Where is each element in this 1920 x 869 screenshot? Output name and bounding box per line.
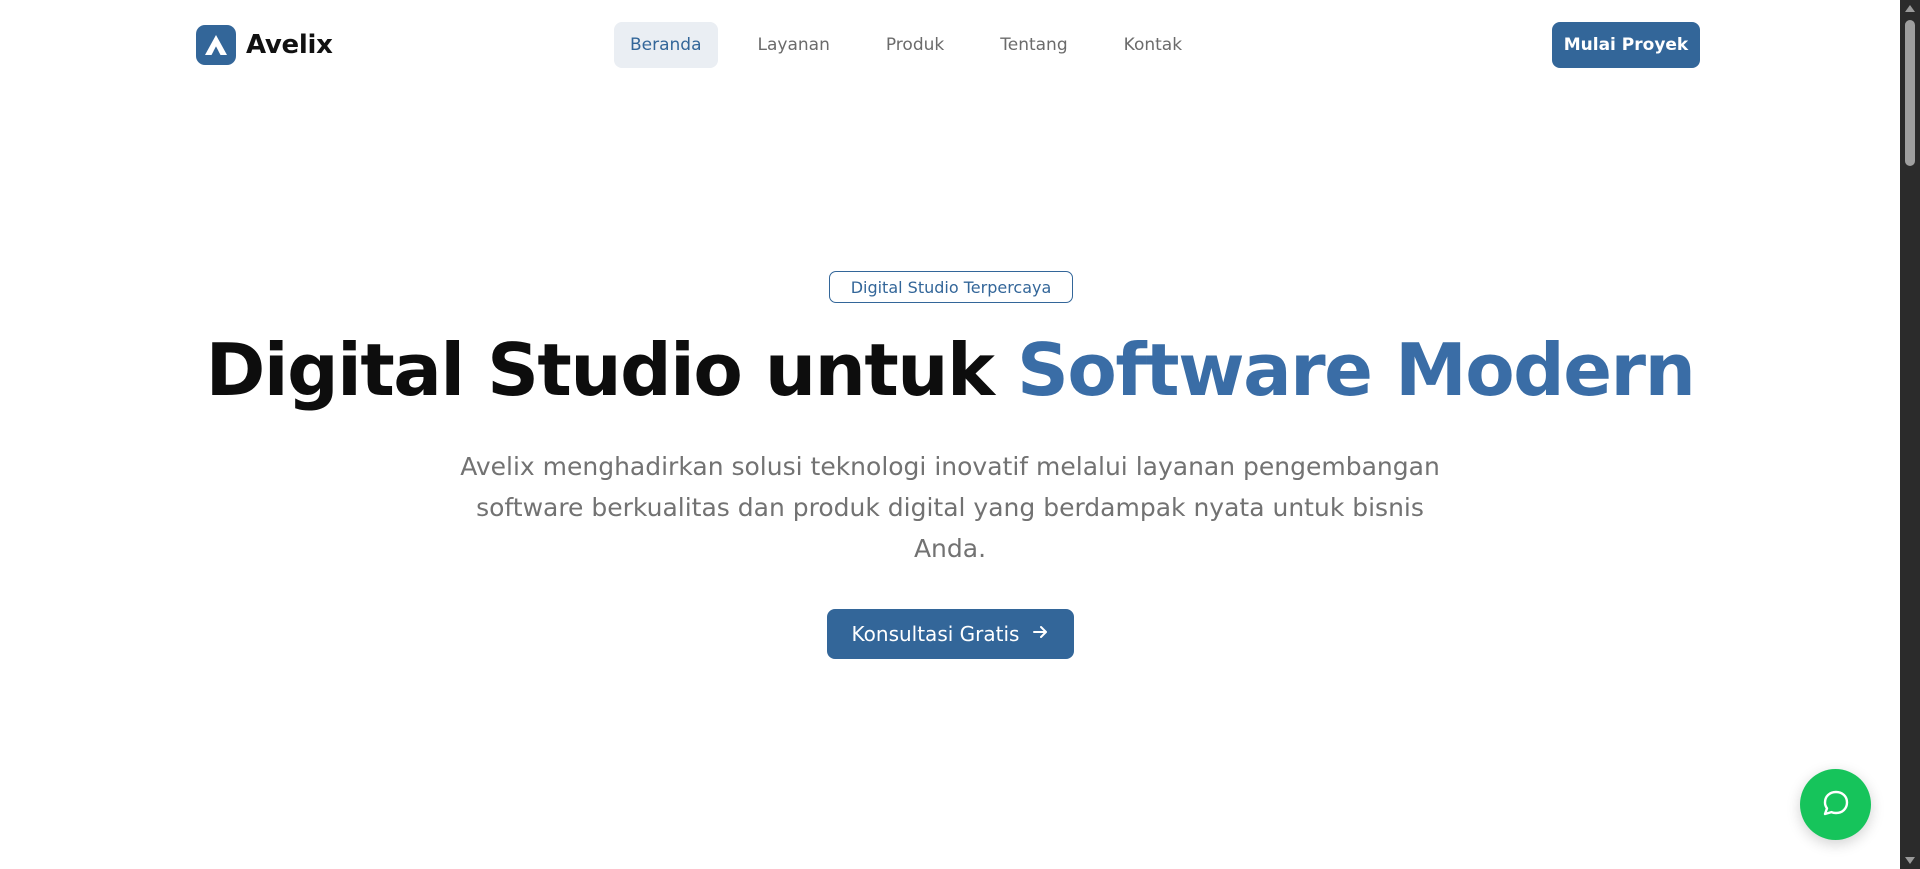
nav-item-layanan[interactable]: Layanan [742, 22, 846, 68]
free-consultation-button[interactable]: Konsultasi Gratis [827, 609, 1074, 659]
arrow-right-icon [1031, 622, 1049, 646]
hero-badge: Digital Studio Terpercaya [829, 271, 1073, 303]
hero-description: Avelix menghadirkan solusi teknologi ino… [460, 452, 1440, 563]
scroll-thumb[interactable] [1905, 20, 1915, 166]
landing-page: Avelix Beranda Layanan Produk Tentang Ko… [0, 0, 1920, 869]
avelix-a-logo-icon [196, 25, 236, 65]
chat-bubble-icon [1820, 787, 1852, 823]
brand-logo[interactable]: Avelix [196, 25, 333, 65]
nav-item-produk[interactable]: Produk [870, 22, 960, 68]
page-scrollbar[interactable] [1900, 0, 1920, 869]
hero-title-accent: Software Modern [1017, 328, 1696, 412]
site-header: Avelix Beranda Layanan Produk Tentang Ko… [0, 0, 1900, 90]
brand-name: Avelix [246, 30, 333, 60]
chat-button[interactable] [1800, 769, 1871, 840]
hero-title: Digital Studio untuk Software Modern [0, 322, 1900, 418]
nav-item-beranda[interactable]: Beranda [614, 22, 718, 68]
main-nav: Beranda Layanan Produk Tentang Kontak [614, 22, 1198, 68]
nav-item-kontak[interactable]: Kontak [1108, 22, 1198, 68]
hero-title-main: Digital Studio untuk [205, 328, 1017, 412]
nav-item-tentang[interactable]: Tentang [984, 22, 1083, 68]
scroll-down-arrow-icon[interactable] [1905, 857, 1915, 864]
start-project-button[interactable]: Mulai Proyek [1552, 22, 1700, 68]
free-consultation-label: Konsultasi Gratis [851, 622, 1020, 646]
scroll-up-arrow-icon[interactable] [1905, 5, 1915, 12]
